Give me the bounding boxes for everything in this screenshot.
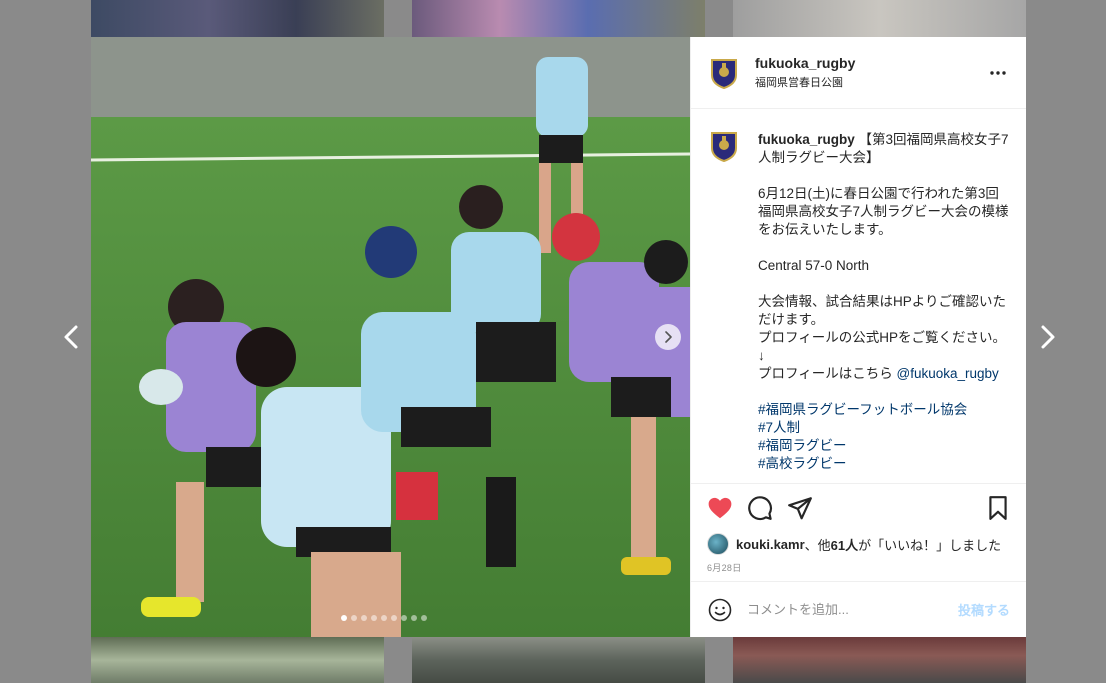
caption-text: fukuoka_rugby 【第3回福岡県高校女子7人制ラグビー大会】 6月12…	[758, 131, 1010, 483]
rugby-match-photo	[91, 37, 690, 637]
caption-line: ↓	[758, 348, 765, 363]
emoji-button[interactable]	[707, 597, 733, 623]
post-location[interactable]: 福岡県営春日公園	[755, 74, 986, 90]
post-sidebar: fukuoka_rugby 福岡県営春日公園 fukuoka_rugby 【第3…	[690, 37, 1026, 637]
post-date[interactable]: 6月28日	[691, 557, 1026, 581]
hashtag-link[interactable]: #高校ラグビー	[758, 455, 1010, 473]
carousel-dot	[391, 615, 397, 621]
feed-thumbnail[interactable]	[412, 0, 705, 37]
carousel-dot	[411, 615, 417, 621]
caption-line: プロフィールはこちら	[758, 366, 897, 381]
caption-line: Central 57-0 North	[758, 258, 870, 273]
caption-line: プロフィールの公式HPをご覧ください。	[758, 330, 1006, 345]
emoji-icon	[708, 598, 732, 621]
post-username[interactable]: fukuoka_rugby	[755, 55, 986, 71]
carousel-dot	[381, 615, 387, 621]
hashtag-link[interactable]: #福岡県ラグビーフットボール協会	[758, 401, 1010, 419]
feed-thumbnail[interactable]	[733, 637, 1026, 683]
caption-line: 6月12日(土)に春日公園で行われた第3回福岡県高校女子7人制ラグビー大会の模様…	[758, 186, 1009, 237]
team-crest-icon	[711, 58, 737, 89]
feed-thumbnail[interactable]	[91, 637, 384, 683]
caption-area: fukuoka_rugby 【第3回福岡県高校女子7人制ラグビー大会】 6月12…	[691, 109, 1026, 483]
caption-line: 大会情報、試合結果はHPよりご確認いただけます。	[758, 294, 1006, 327]
comment-input[interactable]	[747, 602, 958, 617]
feed-thumbnail[interactable]	[733, 0, 1026, 37]
post-photo	[91, 37, 690, 637]
likes-tail: が「いいね！」しました	[858, 537, 1002, 553]
team-crest-icon	[711, 132, 737, 162]
chevron-right-icon	[665, 331, 672, 343]
action-bar	[691, 483, 1026, 531]
comment-bar: 投稿する	[691, 581, 1026, 637]
carousel-dot	[361, 615, 367, 621]
comment-button[interactable]	[746, 494, 774, 522]
chevron-right-icon	[1041, 325, 1055, 349]
carousel-dot	[371, 615, 377, 621]
carousel-dot	[421, 615, 427, 621]
likes-summary: kouki.kamr 、他 61人 が「いいね！」しました	[691, 531, 1026, 557]
carousel-next-button[interactable]	[655, 324, 681, 350]
mention-link[interactable]: @fukuoka_rugby	[896, 366, 998, 381]
likes-count[interactable]: 61人	[831, 535, 858, 554]
likes-conj: 、他	[804, 537, 831, 553]
heart-icon	[708, 497, 732, 518]
carousel-dot	[351, 615, 357, 621]
next-post-button[interactable]	[1032, 322, 1062, 352]
carousel-dot	[341, 615, 347, 621]
like-button[interactable]	[706, 494, 734, 522]
more-options-button[interactable]	[986, 63, 1010, 83]
more-icon	[990, 70, 1006, 75]
liker-avatar[interactable]	[707, 533, 729, 555]
feed-thumbnail[interactable]	[91, 0, 384, 37]
hashtag-link[interactable]: #福岡ラグビー	[758, 437, 1010, 455]
chevron-left-icon	[64, 325, 78, 349]
share-button[interactable]	[786, 494, 814, 522]
previous-post-button[interactable]	[57, 322, 87, 352]
caption-username[interactable]: fukuoka_rugby	[758, 132, 855, 147]
feed-thumbnail[interactable]	[412, 637, 705, 683]
avatar[interactable]	[709, 58, 739, 89]
share-icon	[788, 496, 812, 519]
post-header: fukuoka_rugby 福岡県営春日公園	[691, 37, 1026, 109]
post-modal: fukuoka_rugby 福岡県営春日公園 fukuoka_rugby 【第3…	[91, 37, 1026, 637]
liker-username[interactable]: kouki.kamr	[736, 537, 805, 552]
avatar[interactable]	[709, 131, 739, 162]
carousel-dot	[401, 615, 407, 621]
carousel-indicator	[341, 615, 427, 621]
bookmark-icon	[989, 495, 1007, 520]
hashtag-link[interactable]: #7人制	[758, 419, 1010, 437]
save-button[interactable]	[984, 494, 1012, 522]
post-comment-button[interactable]: 投稿する	[958, 600, 1010, 619]
comment-icon	[748, 495, 772, 520]
